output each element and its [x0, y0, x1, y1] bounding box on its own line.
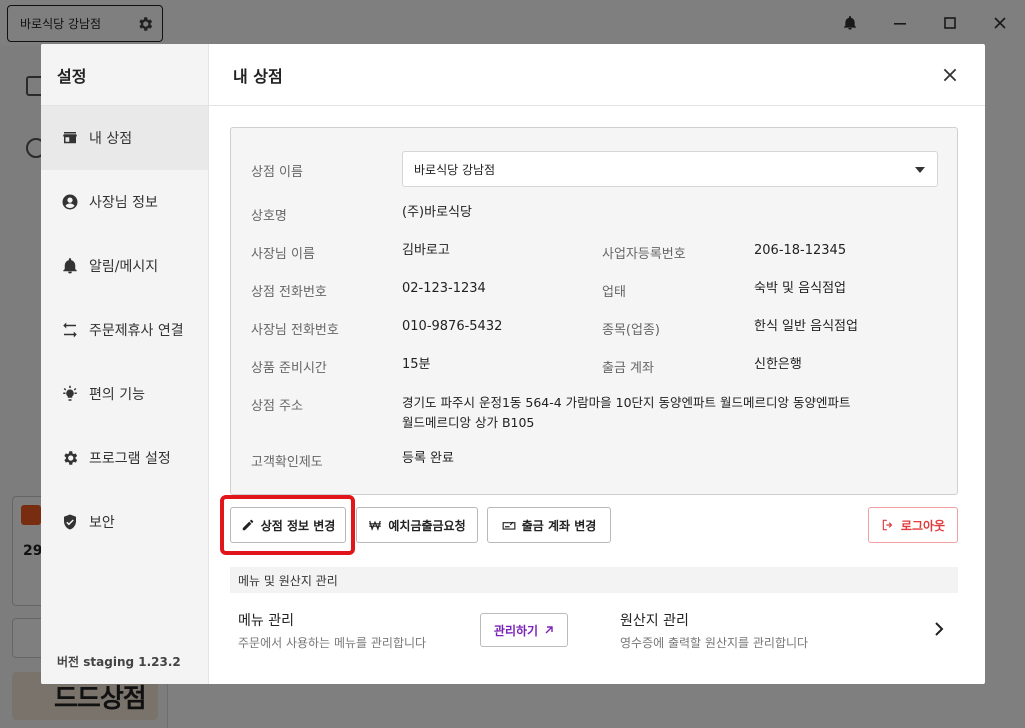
checkbook-icon [502, 521, 516, 530]
bell-icon [63, 258, 77, 274]
company-value: (주)바로식당 [402, 205, 472, 220]
owner-value: 김바로고 [402, 243, 450, 258]
origin-management-title: 원산지 관리 [620, 613, 689, 629]
store-info-panel: 상점 이름 바로식당 강남점 상호명 (주)바로식당 사장님 이름 김바로고 사… [230, 127, 958, 495]
logout-button[interactable]: 로그아웃 [868, 507, 958, 543]
settings-title: 설정 [41, 44, 208, 106]
store-name-value: 바로식당 강남점 [414, 162, 496, 177]
menu-management-desc: 주문에서 사용하는 메뉴를 관리합니다 [238, 636, 427, 650]
pencil-icon [242, 519, 253, 531]
store-name-dropdown[interactable]: 바로식당 강남점 [402, 151, 938, 187]
chevron-right-icon[interactable] [932, 621, 946, 637]
company-label: 상호명 [251, 209, 287, 224]
verify-label: 고객확인제도 [251, 455, 323, 470]
menu-item-label: 주문제휴사 연결 [89, 323, 184, 339]
biz-type-label: 업태 [602, 285, 626, 300]
close-icon[interactable] [941, 66, 959, 84]
biz-no-label: 사업자등록번호 [602, 247, 686, 262]
edit-store-label: 상점 정보 변경 [260, 518, 336, 533]
menu-item-label: 알림/메시지 [89, 259, 159, 275]
external-link-icon [545, 626, 553, 634]
deposit-withdraw-label: 예치금출금요청 [388, 518, 466, 533]
manage-menu-button[interactable]: 관리하기 [480, 613, 568, 647]
content-title: 내 상점 [209, 44, 985, 106]
won-icon [369, 520, 382, 531]
address-line-2: 월드메르디앙 상가 B105 [402, 415, 535, 430]
manage-menu-label: 관리하기 [493, 623, 539, 638]
category-value: 한식 일반 음식점업 [754, 319, 858, 334]
menu-origin-section-header: 메뉴 및 원산지 관리 [230, 567, 958, 593]
settings-sidebar: 설정 내 상점 사장님 정보 알림/메시지 주문제휴사 연결 편의 기능 프로그… [41, 44, 209, 684]
origin-management-desc: 영수증에 출력할 원산지를 관리합니다 [620, 636, 809, 650]
deposit-withdraw-button[interactable]: 예치금출금요청 [356, 507, 478, 543]
menu-item-owner-info[interactable]: 사장님 정보 [41, 170, 208, 234]
store-phone-value: 02-123-1234 [402, 281, 486, 296]
owner-label: 사장님 이름 [251, 247, 315, 262]
menu-item-program-settings[interactable]: 프로그램 설정 [41, 426, 208, 490]
menu-item-convenience[interactable]: 편의 기능 [41, 362, 208, 426]
verify-value: 등록 완료 [402, 451, 454, 466]
settings-modal: 설정 내 상점 사장님 정보 알림/메시지 주문제휴사 연결 편의 기능 프로그… [41, 44, 985, 684]
category-label: 종목(업종) [602, 323, 660, 338]
menu-item-order-partner[interactable]: 주문제휴사 연결 [41, 298, 208, 362]
edit-store-button[interactable]: 상점 정보 변경 [230, 507, 346, 543]
menu-item-label: 내 상점 [89, 131, 133, 147]
logout-icon [882, 519, 893, 531]
menu-item-notifications[interactable]: 알림/메시지 [41, 234, 208, 298]
settings-content: 내 상점 상점 이름 바로식당 강남점 상호명 (주)바로식당 사장님 이름 김… [209, 44, 985, 684]
biz-no-value: 206-18-12345 [754, 243, 847, 258]
address-label: 상점 주소 [251, 399, 303, 414]
action-buttons: 상점 정보 변경 예치금출금요청 출금 계좌 변경 로그아웃 [220, 495, 958, 555]
prep-time-value: 15분 [402, 357, 431, 372]
address-line-1: 경기도 파주시 운정1동 564-4 가람마을 10단지 동양엔파트 월드메르디… [402, 395, 851, 410]
withdraw-account-value: 신한은행 [754, 357, 802, 372]
caret-down-icon [915, 167, 925, 173]
owner-phone-value: 010-9876-5432 [402, 319, 503, 334]
store-icon [63, 132, 77, 144]
settings-menu: 내 상점 사장님 정보 알림/메시지 주문제휴사 연결 편의 기능 프로그램 설… [41, 106, 208, 554]
biz-type-value: 숙박 및 음식점업 [754, 281, 846, 296]
menu-item-label: 프로그램 설정 [89, 451, 171, 467]
menu-management-title: 메뉴 관리 [238, 613, 294, 629]
account-icon [62, 194, 78, 210]
change-account-button[interactable]: 출금 계좌 변경 [487, 507, 611, 543]
swap-icon [63, 322, 77, 338]
prep-time-label: 상품 준비시간 [251, 361, 327, 376]
version-label: 버전 staging 1.23.2 [57, 655, 181, 669]
menu-item-label: 사장님 정보 [89, 195, 158, 211]
logout-label: 로그아웃 [900, 518, 946, 533]
store-phone-label: 상점 전화번호 [251, 285, 327, 300]
lightbulb-icon [63, 385, 77, 401]
shield-icon [64, 514, 76, 530]
gear-icon [64, 451, 78, 465]
store-name-label: 상점 이름 [251, 165, 303, 180]
menu-item-label: 편의 기능 [89, 387, 145, 403]
menu-item-label: 보안 [89, 515, 115, 531]
menu-item-security[interactable]: 보안 [41, 490, 208, 554]
change-account-label: 출금 계좌 변경 [521, 518, 597, 533]
owner-phone-label: 사장님 전화번호 [251, 323, 339, 338]
withdraw-account-label: 출금 계좌 [602, 361, 654, 376]
menu-item-my-store[interactable]: 내 상점 [41, 106, 208, 170]
